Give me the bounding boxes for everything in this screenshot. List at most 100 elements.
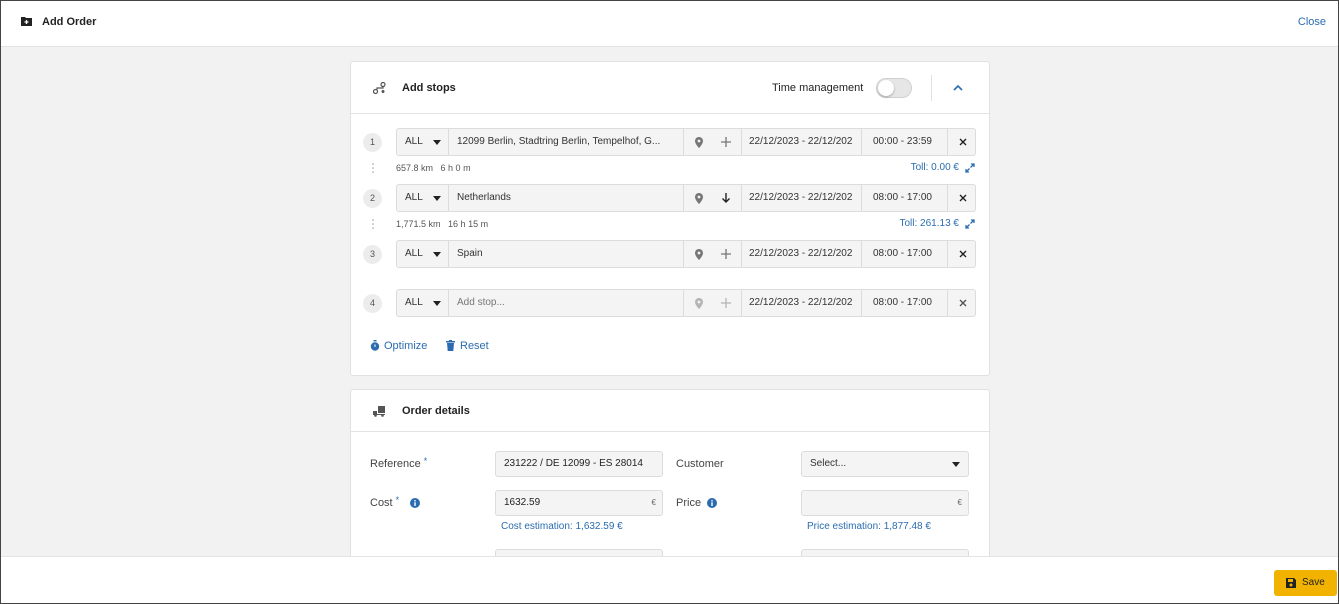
divider: [861, 290, 862, 316]
info-icon[interactable]: [410, 498, 420, 508]
floppy-disk-icon: [1286, 578, 1296, 588]
info-icon[interactable]: [707, 498, 717, 508]
caret-down-icon: [952, 462, 960, 467]
divider: [448, 290, 449, 316]
save-label: Save: [1302, 577, 1325, 588]
stop-time-range[interactable]: 08:00 - 17:00: [873, 185, 943, 211]
stop-row: 3 ALL Spain 22/12/2023 - 22/12/202 08:00…: [363, 240, 977, 268]
leg-duration: 16 h 15 m: [448, 219, 489, 229]
header-divider: [931, 75, 932, 101]
stop-time-range[interactable]: 08:00 - 17:00: [873, 241, 943, 267]
stop-time-range[interactable]: 08:00 - 17:00: [873, 290, 943, 316]
stopwatch-icon: [370, 340, 380, 351]
divider: [947, 290, 948, 316]
add-stop-input[interactable]: Add stop...: [457, 290, 679, 316]
customer-select[interactable]: Select...: [801, 451, 969, 477]
stop-date-range[interactable]: 22/12/2023 - 22/12/202: [749, 129, 857, 155]
add-stop-row: 4 ALL Add stop... 22/12/2023 - 22/12/202…: [363, 289, 977, 317]
toll-link[interactable]: Toll: 261.13 €: [900, 218, 960, 229]
map-pin-icon[interactable]: [695, 298, 703, 309]
next-field-input[interactable]: [495, 549, 663, 556]
leg-distance-duration: 1,771.5 km 16 h 15 m: [396, 219, 488, 229]
customer-select-value: Select...: [810, 458, 847, 469]
plus-icon[interactable]: [720, 136, 732, 148]
arrow-down-icon[interactable]: [720, 192, 732, 204]
close-link[interactable]: Close: [1298, 16, 1326, 28]
stop-date-range[interactable]: 22/12/2023 - 22/12/202: [749, 185, 857, 211]
divider: [448, 129, 449, 155]
stop-date-range[interactable]: 22/12/2023 - 22/12/202: [749, 241, 857, 267]
optimize-label: Optimize: [384, 340, 428, 352]
stop-date-range[interactable]: 22/12/2023 - 22/12/202: [749, 290, 857, 316]
price-label: Price: [676, 497, 702, 509]
footer-bar: Save: [1, 556, 1338, 603]
stop-time-range[interactable]: 00:00 - 23:59: [873, 129, 943, 155]
map-pin-icon[interactable]: [695, 249, 703, 260]
close-icon[interactable]: [959, 194, 967, 202]
add-order-window: Add Order Close Add stops Time managemen…: [0, 0, 1339, 604]
stop-address-input[interactable]: Spain: [457, 241, 679, 267]
caret-down-icon[interactable]: [433, 301, 441, 306]
stop-number: 3: [363, 245, 382, 264]
route-leg-info: 1,771.5 km 16 h 15 m Toll: 261.13 €: [363, 218, 977, 232]
divider: [947, 241, 948, 267]
order-details-header: Order details: [351, 390, 989, 432]
expand-icon[interactable]: [965, 163, 975, 173]
caret-down-icon[interactable]: [433, 196, 441, 201]
plus-icon[interactable]: [720, 248, 732, 260]
time-management-label: Time management: [772, 82, 864, 94]
toll-link[interactable]: Toll: 0.00 €: [911, 162, 959, 173]
stop-number: 2: [363, 189, 382, 208]
cost-currency: €: [651, 498, 656, 507]
divider: [741, 290, 742, 316]
leg-distance-duration: 657.8 km 6 h 0 m: [396, 163, 471, 173]
time-management-toggle[interactable]: [876, 78, 912, 98]
map-pin-icon[interactable]: [695, 193, 703, 204]
truck-loading-icon: [373, 406, 385, 417]
close-icon[interactable]: [959, 299, 967, 307]
divider: [861, 129, 862, 155]
order-details-title: Order details: [402, 405, 470, 417]
map-pin-icon[interactable]: [695, 137, 703, 148]
divider: [861, 241, 862, 267]
required-mark: *: [395, 495, 400, 505]
close-icon[interactable]: [959, 250, 967, 258]
caret-down-icon[interactable]: [433, 252, 441, 257]
chevron-up-icon[interactable]: [951, 81, 965, 95]
stops-card: Add stops Time management 1 ALL 12099 Be…: [350, 61, 990, 376]
stop-address-input[interactable]: 12099 Berlin, Stadtring Berlin, Tempelho…: [457, 129, 679, 155]
price-estimation-link[interactable]: Price estimation: 1,877.48 €: [807, 521, 931, 532]
stop-row: 1 ALL 12099 Berlin, Stadtring Berlin, Te…: [363, 128, 977, 156]
stop-row: 2 ALL Netherlands 22/12/2023 - 22/12/202…: [363, 184, 977, 212]
price-input[interactable]: €: [801, 490, 969, 516]
divider: [683, 241, 684, 267]
divider: [947, 129, 948, 155]
next-field-input[interactable]: [801, 549, 969, 556]
expand-icon[interactable]: [965, 219, 975, 229]
cost-label-text: Cost: [370, 497, 393, 509]
customer-label: Customer: [676, 458, 724, 470]
stop-address-input[interactable]: Netherlands: [457, 185, 679, 211]
order-details-card: Order details Reference * 231222 / DE 120…: [350, 389, 990, 556]
divider: [448, 241, 449, 267]
route-leg-info: 657.8 km 6 h 0 m Toll: 0.00 €: [363, 162, 977, 176]
reference-input[interactable]: 231222 / DE 12099 - ES 28014: [495, 451, 663, 477]
vertical-dots-icon: [372, 163, 374, 173]
stop-field-group: ALL 12099 Berlin, Stadtring Berlin, Temp…: [396, 128, 976, 156]
vertical-dots-icon: [372, 219, 374, 229]
stop-number: 4: [363, 294, 382, 313]
caret-down-icon[interactable]: [433, 140, 441, 145]
optimize-button[interactable]: Optimize: [370, 340, 440, 354]
close-icon[interactable]: [959, 138, 967, 146]
divider: [683, 290, 684, 316]
cost-value: 1632.59: [504, 497, 541, 508]
plus-icon[interactable]: [720, 297, 732, 309]
toggle-knob: [878, 80, 894, 96]
save-button[interactable]: Save: [1274, 570, 1337, 596]
reset-button[interactable]: Reset: [446, 340, 496, 354]
cost-input[interactable]: 1632.59 €: [495, 490, 663, 516]
cost-estimation-link[interactable]: Cost estimation: 1,632.59 €: [501, 521, 623, 532]
content-area[interactable]: Add stops Time management 1 ALL 12099 Be…: [1, 47, 1338, 556]
required-mark: *: [423, 456, 428, 466]
cost-label: Cost *: [370, 495, 400, 509]
